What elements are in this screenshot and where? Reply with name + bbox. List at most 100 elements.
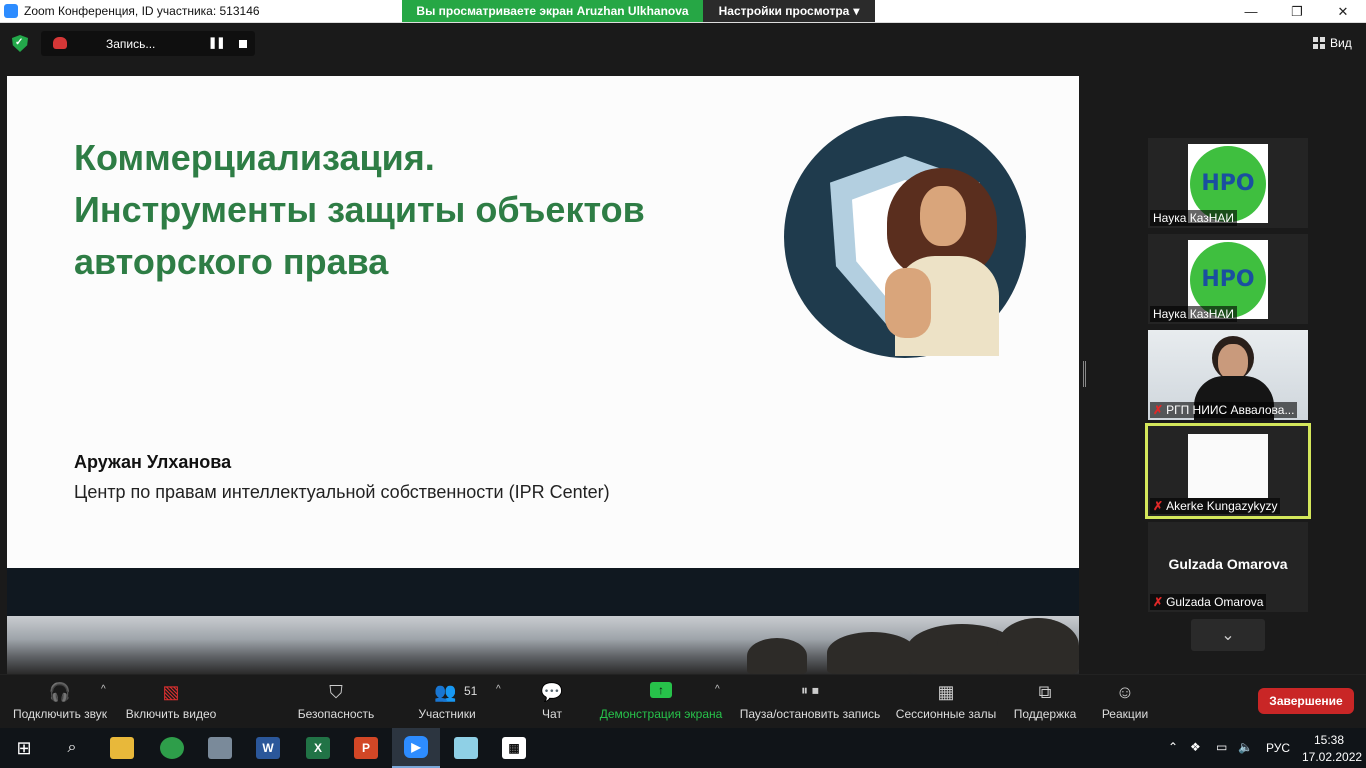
check-icon: ✓ [15, 37, 24, 48]
support-label: Поддержка [1013, 707, 1077, 721]
slide-title-line: авторского права [74, 241, 389, 282]
taskbar-powerpoint[interactable]: P [342, 728, 390, 768]
minimize-button[interactable]: — [1228, 0, 1274, 23]
desktop-background [7, 616, 1079, 674]
app-icon [208, 737, 232, 759]
excel-icon: X [306, 737, 330, 759]
record-label: Пауза/остановить запись [739, 707, 881, 721]
participant-tile[interactable]: НРО Наука КазНАИ [1148, 234, 1308, 324]
recording-label: Запись... [106, 37, 156, 51]
taskbar-excel[interactable]: X [294, 728, 342, 768]
search-button[interactable]: ⌕ [48, 728, 96, 768]
start-video-label: Включить видео [125, 707, 217, 721]
participants-count: 51 [464, 684, 478, 698]
slide-author: Аружан Улханова [74, 452, 232, 472]
participant-name: Наука КазНАИ [1150, 210, 1238, 226]
pause-recording-icon[interactable]: ❚❚ [208, 36, 225, 49]
pause-stop-recording-button[interactable]: ⏸ ⏹ Пауза/остановить запись [737, 676, 883, 726]
taskbar-app[interactable] [196, 728, 244, 768]
end-meeting-button[interactable]: Завершение [1258, 688, 1354, 714]
participant-name: ✗ Gulzada Omarova [1150, 594, 1267, 610]
share-screen-button[interactable]: ↑ Демонстрация экрана [597, 676, 725, 726]
slide-frame-shadow [7, 568, 1079, 623]
scroll-participants-down-button[interactable]: ⌄ [1191, 619, 1265, 651]
participant-tile[interactable]: НРО Наука КазНАИ [1148, 138, 1308, 228]
taskbar-zoom[interactable]: ▶ [392, 728, 440, 768]
participant-name: Наука КазНАИ [1150, 306, 1238, 322]
search-icon: ⌕ [67, 739, 77, 756]
screen-share-banner: Вы просматриваете экран Aruzhan Ulkhanov… [402, 0, 703, 22]
join-audio-label: Подключить звук [12, 707, 108, 721]
participant-tile-active-speaker[interactable]: ✗ Akerke Kungazykyzy [1145, 423, 1311, 519]
chat-button[interactable]: 💬 Чат [530, 676, 574, 726]
muted-mic-icon: ✗ [1153, 499, 1164, 513]
notes-icon [454, 737, 478, 759]
share-screen-label: Демонстрация экрана [599, 707, 723, 721]
window-title: Zoom Конференция, ID участника: 513146 [24, 4, 260, 18]
chat-label: Чат [542, 707, 562, 721]
chat-icon: 💬 [540, 682, 564, 702]
zoom-app-icon [4, 4, 18, 18]
participant-tile[interactable]: Gulzada Omarova ✗ Gulzada Omarova [1148, 522, 1308, 612]
view-button[interactable]: Вид [1313, 36, 1352, 50]
participants-button[interactable]: 👥 51 Участники [412, 676, 482, 726]
participant-name: ✗ РГП НИИС Аввалова... [1150, 402, 1298, 418]
windows-icon: ⊞ [16, 737, 32, 758]
illustration-arm [885, 268, 931, 338]
muted-mic-icon: ✗ [1153, 595, 1164, 609]
participants-label: Участники [418, 707, 476, 721]
security-shield-icon: ⛉ [329, 682, 343, 702]
stop-recording-icon[interactable] [239, 40, 247, 48]
taskbar-explorer[interactable] [98, 728, 146, 768]
breakout-rooms-icon: ▦ [937, 682, 955, 702]
illustration-face [920, 186, 966, 246]
reactions-button[interactable]: ☺ Реакции [1098, 676, 1152, 726]
participants-caret-icon[interactable]: ^ [496, 684, 501, 695]
folder-icon [110, 737, 134, 759]
taskbar-calculator[interactable]: ▦ [490, 728, 538, 768]
support-button[interactable]: ⧉ Поддержка [1010, 676, 1080, 726]
breakout-label: Сессионные залы [895, 707, 997, 721]
powerpoint-icon: P [354, 737, 378, 759]
input-language[interactable]: РУС [1266, 741, 1290, 755]
clock-time[interactable]: 15:38 [1314, 733, 1344, 747]
share-screen-icon: ↑ [650, 682, 672, 698]
slide-organization: Центр по правам интеллектуальной собстве… [74, 482, 610, 502]
chevron-down-icon: ▾ [853, 4, 860, 18]
reactions-label: Реакции [1101, 707, 1149, 721]
volume-icon[interactable]: 🔈 [1238, 740, 1253, 754]
clock-date[interactable]: 17.02.2022 [1302, 750, 1362, 764]
taskbar-word[interactable]: W [244, 728, 292, 768]
panel-resize-handle[interactable] [1083, 361, 1086, 387]
view-settings-button[interactable]: Настройки просмотра ▾ [703, 0, 875, 22]
reactions-icon: ☺ [1115, 682, 1135, 702]
view-button-label: Вид [1330, 36, 1352, 50]
close-button[interactable]: ✕ [1320, 0, 1366, 23]
breakout-rooms-button[interactable]: ▦ Сессионные залы [894, 676, 998, 726]
taskbar-notes[interactable] [442, 728, 490, 768]
shared-screen: Коммерциализация. Инструменты защиты объ… [7, 76, 1079, 674]
muted-mic-icon: ✗ [1153, 403, 1164, 417]
participant-face [1218, 344, 1248, 380]
join-audio-button[interactable]: 🎧 Подключить звук [8, 676, 112, 726]
participant-tile[interactable]: ✗ РГП НИИС Аввалова... [1148, 330, 1308, 420]
chevron-up-icon[interactable]: ⌃ [1168, 740, 1178, 754]
audio-options-caret-icon[interactable]: ^ [101, 684, 106, 695]
security-button[interactable]: ⛉ Безопасность [294, 676, 378, 726]
view-settings-label: Настройки просмотра [718, 4, 850, 18]
restore-button[interactable]: ❐ [1274, 0, 1320, 23]
chevron-down-icon: ⌄ [1221, 627, 1235, 644]
start-video-button[interactable]: ▧ Включить видео [122, 676, 220, 726]
participant-video [1188, 434, 1268, 498]
share-options-caret-icon[interactable]: ^ [715, 684, 720, 695]
chrome-icon [160, 737, 184, 759]
slide-title: Коммерциализация. Инструменты защиты объ… [74, 132, 724, 288]
remote-support-icon: ⧉ [1038, 682, 1052, 702]
slide-title-line: Коммерциализация. [74, 137, 435, 178]
zoom-icon: ▶ [404, 736, 428, 758]
start-button[interactable]: ⊞ [0, 728, 48, 768]
dropbox-icon[interactable]: ❖ [1190, 740, 1201, 754]
network-icon[interactable]: ▭ [1216, 740, 1227, 754]
taskbar-chrome[interactable] [148, 728, 196, 768]
participants-icon: 👥 [434, 682, 457, 702]
